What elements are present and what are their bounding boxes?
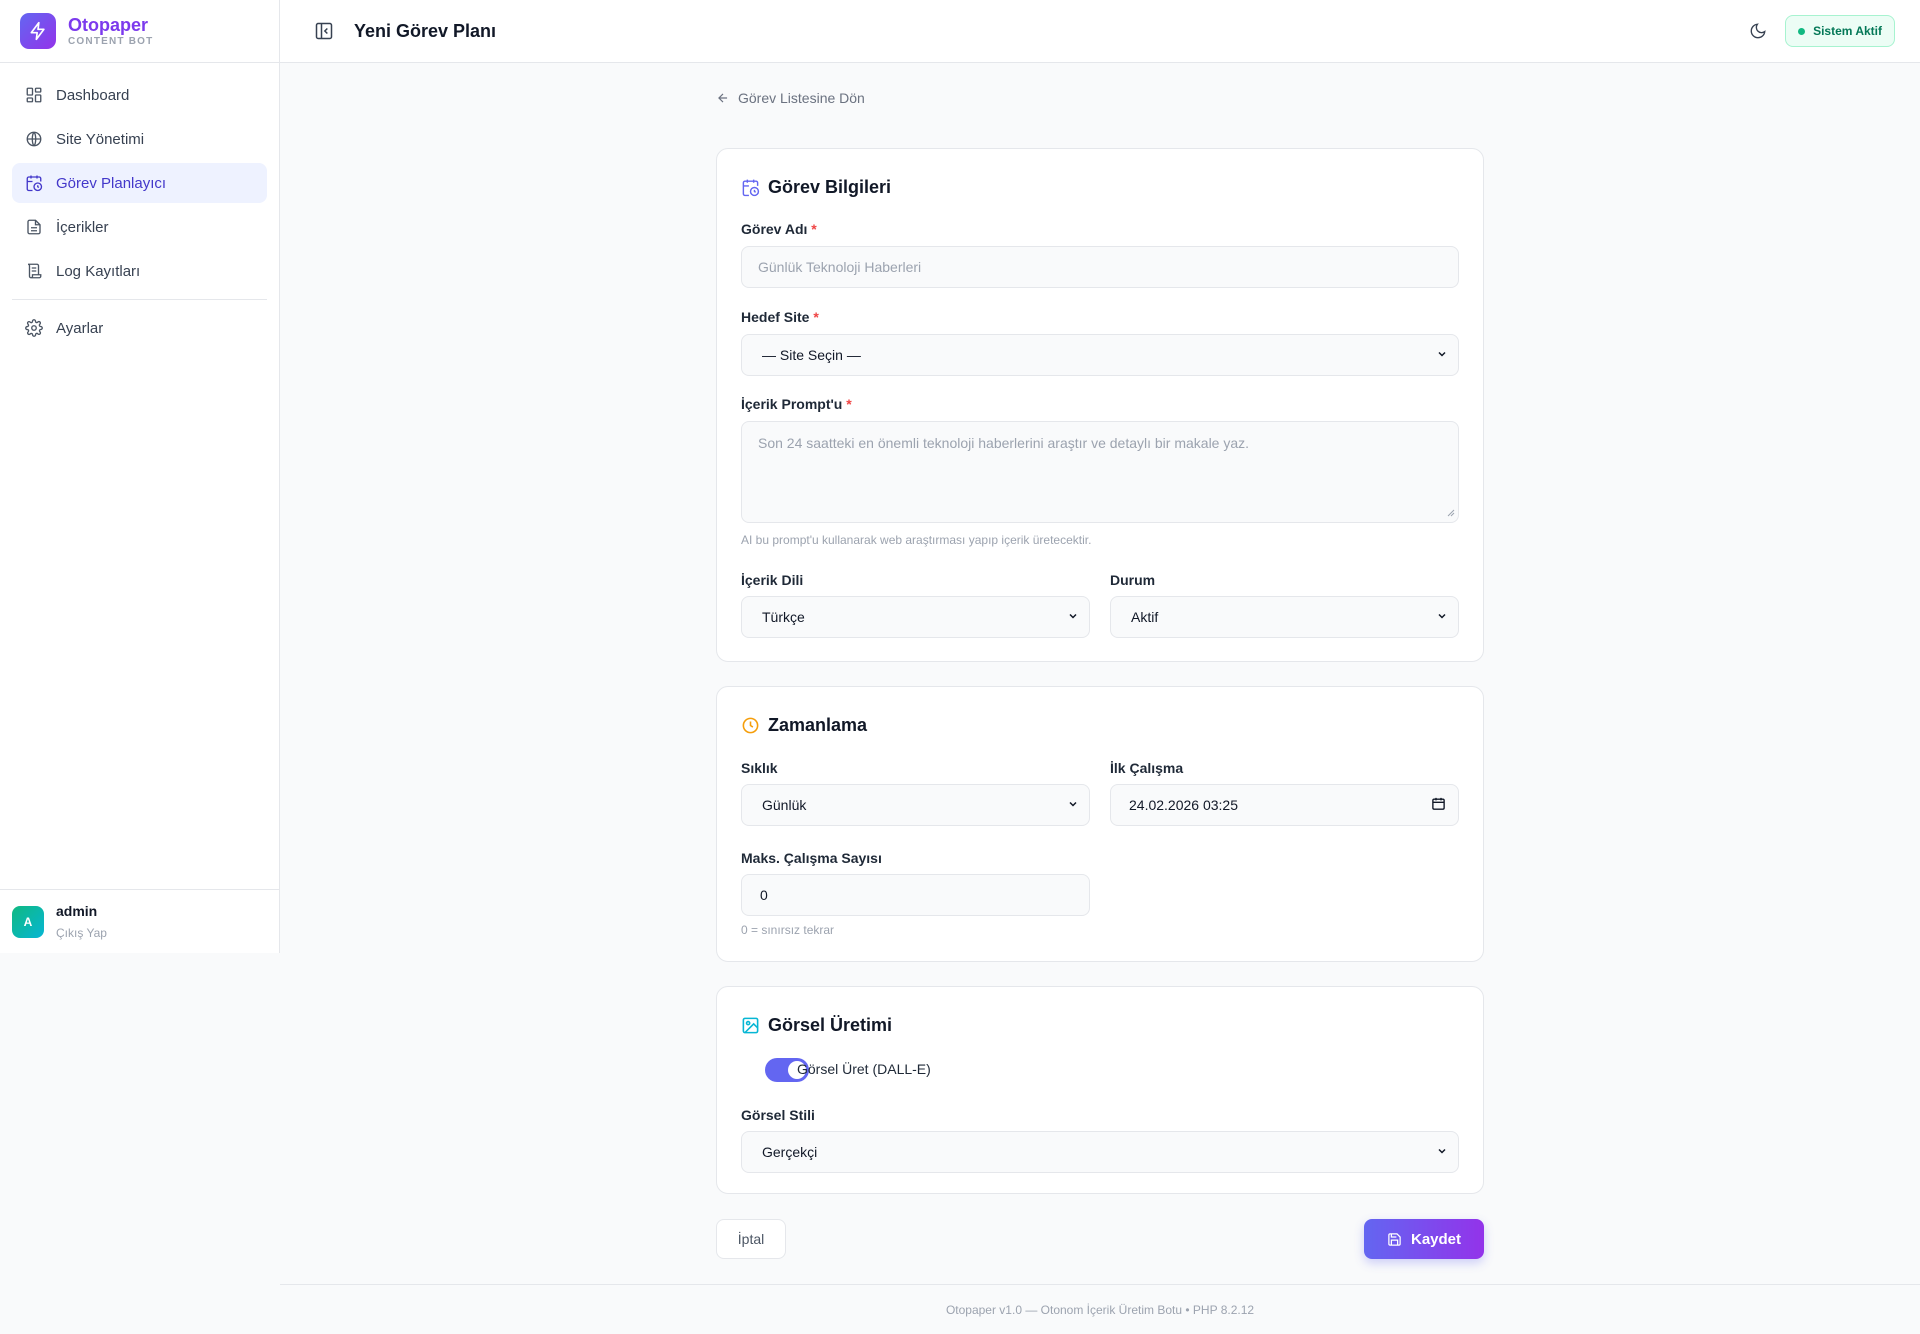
calendar-icon[interactable]: [1431, 796, 1446, 814]
save-icon: [1387, 1231, 1403, 1247]
sidebar-item-label: Log Kayıtları: [56, 262, 141, 280]
sidebar-item-label: Ayarlar: [56, 319, 104, 337]
moon-icon[interactable]: [1747, 20, 1769, 42]
card-title-text: Zamanlama: [768, 714, 868, 735]
prompt-hint: AI bu prompt'u kullanarak web araştırmas…: [741, 533, 1092, 547]
max-runs-hint: 0 = sınırsız tekrar: [741, 923, 835, 937]
footer-text: Otopaper v1.0 — Otonom İçerik Üretim Bot…: [945, 1302, 1255, 1317]
task-info-title: Görev Bilgileri: [741, 175, 891, 199]
chevron-down-icon: [1436, 347, 1448, 363]
sidebar-item-settings[interactable]: Ayarlar: [12, 308, 267, 348]
top-header: Yeni Görev Planı Sistem Aktif: [280, 0, 1920, 63]
sidebar-item-label: Görev Planlayıcı: [56, 174, 167, 192]
target-site-select[interactable]: — Site Seçin —: [741, 334, 1459, 376]
chevron-down-icon: [1067, 609, 1079, 625]
task-name-label: Görev Adı *: [741, 221, 817, 237]
back-link-label: Görev Listesine Dön: [738, 90, 865, 106]
image-style-select[interactable]: Gerçekçi: [741, 1131, 1459, 1173]
nav-divider: [12, 299, 267, 300]
image-icon: [741, 1015, 761, 1035]
schedule-title: Zamanlama: [741, 713, 867, 737]
task-info-card: Görev Bilgileri Görev Adı * Günlük Tekno…: [716, 148, 1484, 662]
dalle-toggle-label: Görsel Üret (DALL-E): [797, 1061, 931, 1077]
max-runs-input[interactable]: 0: [741, 874, 1090, 916]
avatar: A: [12, 905, 44, 938]
status-text: Sistem Aktif: [1813, 24, 1882, 38]
status-label: Durum: [1110, 572, 1156, 588]
card-title-text: Görev Bilgileri: [768, 176, 892, 197]
frequency-value: Günlük: [762, 797, 807, 813]
footer: Otopaper v1.0 — Otonom İçerik Üretim Bot…: [280, 1284, 1920, 1334]
task-name-placeholder: Günlük Teknoloji Haberleri: [758, 259, 922, 275]
calendar-clock-icon: [741, 177, 761, 197]
image-style-label: Görsel Stili: [741, 1107, 815, 1123]
user-name: admin: [56, 902, 98, 919]
main-content: Görev Listesine Dön Görev Bilgileri Göre…: [716, 88, 1484, 1259]
image-style-value: Gerçekçi: [762, 1144, 818, 1160]
status-badge: Sistem Aktif: [1785, 15, 1895, 47]
language-select[interactable]: Türkçe: [741, 596, 1090, 638]
sidebar-item-label: İçerikler: [56, 218, 109, 236]
sidebar-item-logs[interactable]: Log Kayıtları: [12, 251, 267, 291]
page-title: Yeni Görev Planı: [354, 20, 497, 41]
sidebar-toggle-icon[interactable]: [312, 19, 336, 43]
brand[interactable]: Otopaper CONTENT BOT: [0, 0, 279, 63]
sidebar: Otopaper CONTENT BOT Dashboard Site Yöne…: [0, 0, 280, 953]
cancel-button[interactable]: İptal: [716, 1219, 786, 1259]
sidebar-item-contents[interactable]: İçerikler: [12, 207, 267, 247]
target-site-label: Hedef Site *: [741, 309, 819, 325]
sidebar-item-label: Dashboard: [56, 86, 130, 104]
logout-link[interactable]: Çıkış Yap: [56, 924, 107, 942]
max-runs-value: 0: [760, 887, 768, 903]
status-dot: [1798, 27, 1806, 35]
sidebar-nav: Dashboard Site Yönetimi Görev Planlayıcı…: [0, 63, 279, 348]
scroll-icon: [24, 261, 44, 281]
document-icon: [24, 217, 44, 237]
language-value: Türkçe: [762, 609, 805, 625]
frequency-label: Sıklık: [741, 760, 778, 776]
brand-subtitle: CONTENT BOT: [68, 36, 154, 47]
card-title-text: Görsel Üretimi: [768, 1014, 893, 1035]
status-value: Aktif: [1131, 609, 1159, 625]
calendar-clock-icon: [24, 173, 44, 193]
dashboard-icon: [24, 85, 44, 105]
sidebar-item-label: Site Yönetimi: [56, 130, 145, 148]
save-button[interactable]: Kaydet: [1364, 1219, 1484, 1259]
sidebar-item-scheduler[interactable]: Görev Planlayıcı: [12, 163, 267, 203]
back-link[interactable]: Görev Listesine Dön: [716, 88, 1484, 108]
brand-name: Otopaper: [68, 15, 149, 35]
prompt-textarea[interactable]: Son 24 saatteki en önemli teknoloji habe…: [741, 421, 1459, 523]
frequency-select[interactable]: Günlük: [741, 784, 1090, 826]
first-run-label: İlk Çalışma: [1110, 760, 1184, 776]
save-button-label: Kaydet: [1410, 1230, 1462, 1248]
resize-handle-icon[interactable]: [1447, 504, 1455, 520]
arrow-left-icon: [716, 90, 732, 106]
language-label: İçerik Dili: [741, 572, 804, 588]
prompt-label: İçerik Prompt'u *: [741, 396, 852, 412]
chevron-down-icon: [1436, 609, 1448, 625]
bolt-icon: [20, 13, 56, 49]
image-generation-card: Görsel Üretimi Görsel Üret (DALL-E) Görs…: [716, 986, 1484, 1194]
prompt-placeholder: Son 24 saatteki en önemli teknoloji habe…: [758, 435, 1250, 451]
gear-icon: [24, 318, 44, 338]
sidebar-item-sites[interactable]: Site Yönetimi: [12, 119, 267, 159]
chevron-down-icon: [1436, 1144, 1448, 1160]
image-generation-title: Görsel Üretimi: [741, 1013, 892, 1037]
task-name-input[interactable]: Günlük Teknoloji Haberleri: [741, 246, 1459, 288]
status-select[interactable]: Aktif: [1110, 596, 1459, 638]
target-site-value: — Site Seçin —: [762, 347, 861, 363]
schedule-card: Zamanlama Sıklık Günlük İlk Çalışma 24.0…: [716, 686, 1484, 962]
first-run-datetime-input[interactable]: 24.02.2026 03:25: [1110, 784, 1459, 826]
max-runs-label: Maks. Çalışma Sayısı: [741, 850, 882, 866]
clock-icon: [741, 715, 761, 735]
user-panel: A admin Çıkış Yap: [0, 889, 279, 953]
globe-icon: [24, 129, 44, 149]
first-run-value: 24.02.2026 03:25: [1129, 797, 1238, 813]
sidebar-item-dashboard[interactable]: Dashboard: [12, 75, 267, 115]
chevron-down-icon: [1067, 797, 1079, 813]
